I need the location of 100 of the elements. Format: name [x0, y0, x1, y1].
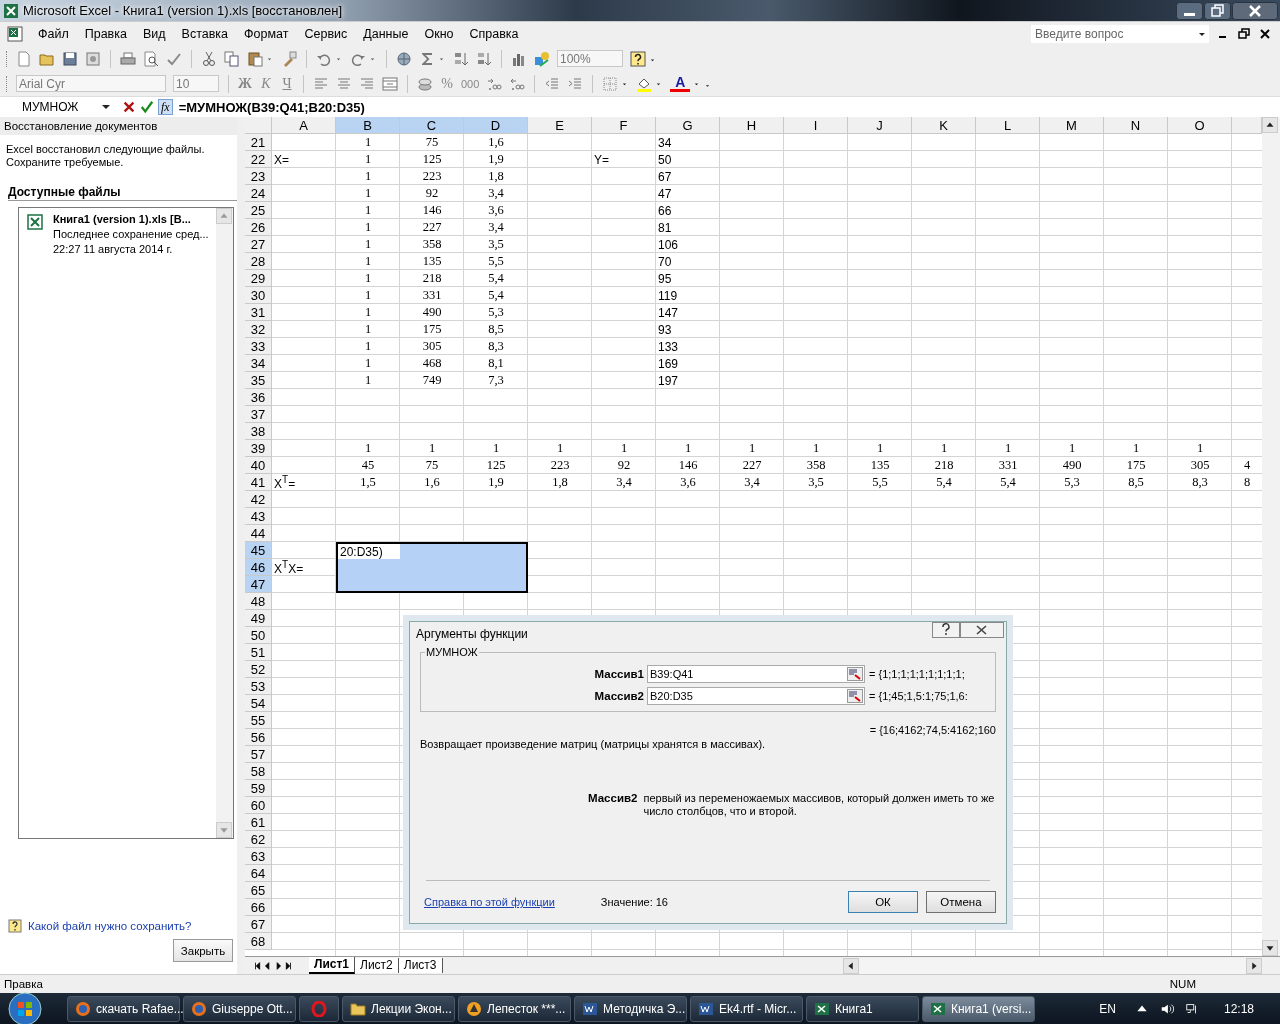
font-color-button[interactable]: A [670, 75, 691, 92]
row-header[interactable]: 24 [245, 185, 272, 202]
collapse-dialog-icon[interactable] [847, 689, 863, 703]
paste-icon[interactable] [247, 50, 263, 67]
globe-link-icon[interactable] [396, 50, 412, 67]
row-header[interactable]: 40 [245, 457, 272, 474]
scroll-up-icon[interactable] [1262, 117, 1278, 133]
row-header[interactable]: 63 [245, 848, 272, 865]
caret-icon[interactable] [1198, 30, 1206, 38]
cancel-button[interactable]: Отмена [926, 891, 996, 913]
network-icon[interactable] [1184, 1001, 1199, 1016]
taskbar-button[interactable]: Книга1 (versi... [922, 995, 1035, 1022]
row-header[interactable]: 43 [245, 508, 272, 525]
print-preview-icon[interactable] [143, 50, 159, 67]
column-header[interactable]: I [784, 117, 848, 134]
checkmark-icon[interactable] [140, 100, 154, 114]
column-header[interactable]: E [528, 117, 592, 134]
sheet-tab[interactable]: Лист3 [398, 958, 443, 973]
row-header[interactable]: 26 [245, 219, 272, 236]
row-header[interactable]: 65 [245, 882, 272, 899]
row-header[interactable]: 33 [245, 338, 272, 355]
menu-item[interactable]: Окно [416, 27, 462, 41]
cell-editor[interactable]: 20:D35) [336, 542, 400, 559]
row-header[interactable]: 36 [245, 389, 272, 406]
menu-item[interactable]: Вставка [173, 27, 237, 41]
row-header[interactable]: 47 [245, 576, 272, 593]
scroll-right-icon[interactable] [1246, 957, 1262, 974]
row-header[interactable]: 61 [245, 814, 272, 831]
column-header[interactable]: H [720, 117, 784, 134]
name-box[interactable]: МУМНОЖ [0, 100, 102, 114]
taskbar-button[interactable]: Методичка Э... [574, 995, 687, 1022]
scissors-icon[interactable] [201, 50, 217, 67]
font-field[interactable]: Arial Cyr [16, 75, 166, 92]
font-size-field[interactable]: 10 [173, 75, 219, 92]
row-header[interactable]: 62 [245, 831, 272, 848]
menu-item[interactable]: Правка [76, 27, 135, 41]
column-header[interactable]: B [336, 117, 400, 134]
row-header[interactable]: 31 [245, 304, 272, 321]
scroll-down-icon[interactable] [1262, 940, 1278, 956]
taskbar-button[interactable]: Лепесток ***... [458, 995, 571, 1022]
column-header[interactable]: J [848, 117, 912, 134]
row-header[interactable]: 64 [245, 865, 272, 882]
row-header[interactable]: 38 [245, 423, 272, 440]
row-header[interactable]: 34 [245, 355, 272, 372]
scrollbar[interactable] [1262, 117, 1280, 956]
row-header[interactable]: 46 [245, 559, 272, 576]
taskbar-button[interactable]: Giuseppe Ott... [183, 995, 296, 1022]
row-header[interactable]: 23 [245, 168, 272, 185]
menu-item[interactable]: Сервис [296, 27, 356, 41]
row-header[interactable]: 21 [245, 134, 272, 151]
print-icon[interactable] [120, 50, 136, 67]
column-header[interactable]: L [976, 117, 1040, 134]
row-header[interactable]: 55 [245, 712, 272, 729]
start-button-icon[interactable] [8, 991, 42, 1024]
help-icon[interactable] [932, 622, 960, 638]
close-button[interactable]: Закрыть [173, 939, 233, 962]
collapse-dialog-icon[interactable] [847, 667, 863, 681]
argument-field[interactable]: B20:D35 [647, 687, 865, 705]
row-header[interactable]: 42 [245, 491, 272, 508]
row-header[interactable]: 45 [245, 542, 272, 559]
cancel-icon[interactable] [122, 100, 136, 114]
menu-item[interactable]: Файл [30, 27, 77, 41]
minimize-icon[interactable] [1176, 1, 1203, 20]
menu-item[interactable]: Справка [461, 27, 527, 41]
row-header[interactable]: 39 [245, 440, 272, 457]
save-icon[interactable] [62, 50, 78, 67]
taskbar-button[interactable] [299, 995, 339, 1022]
row-header[interactable]: 58 [245, 763, 272, 780]
menu-item[interactable]: Данные [355, 27, 417, 41]
column-header[interactable]: A [272, 117, 336, 134]
row-header[interactable]: 41 [245, 474, 272, 491]
merge-cells-icon[interactable] [382, 75, 398, 92]
row-header[interactable]: 66 [245, 899, 272, 916]
row-header[interactable]: 51 [245, 644, 272, 661]
row-header[interactable]: 60 [245, 797, 272, 814]
row-header[interactable]: 68 [245, 933, 272, 950]
copy-icon[interactable] [224, 50, 240, 67]
row-header[interactable]: 37 [245, 406, 272, 423]
menu-item[interactable]: Вид [134, 27, 174, 41]
row-header[interactable]: 49 [245, 610, 272, 627]
row-header[interactable]: 54 [245, 695, 272, 712]
column-header[interactable]: M [1040, 117, 1104, 134]
help-link[interactable]: Какой файл нужно сохранить? [28, 920, 192, 932]
taskbar-button[interactable]: Лекции Экон... [342, 995, 455, 1022]
help-icon[interactable] [630, 50, 646, 67]
column-header[interactable]: C [400, 117, 464, 134]
column-header[interactable]: K [912, 117, 976, 134]
column-header[interactable]: N [1104, 117, 1168, 134]
ok-button[interactable]: ОК [848, 891, 918, 913]
clock[interactable]: 12:18 [1223, 1001, 1254, 1016]
currency-icon[interactable] [417, 75, 433, 92]
row-header[interactable]: 57 [245, 746, 272, 763]
permission-icon[interactable] [85, 50, 101, 67]
file-name[interactable]: Книга1 (version 1).xls [В... [53, 212, 209, 227]
column-header[interactable]: F [592, 117, 656, 134]
drawing-tools-icon[interactable] [534, 50, 550, 67]
zoom-field[interactable]: 100% [557, 50, 623, 67]
row-header[interactable]: 67 [245, 916, 272, 933]
row-header[interactable]: 48 [245, 593, 272, 610]
new-document-icon[interactable] [16, 50, 32, 67]
